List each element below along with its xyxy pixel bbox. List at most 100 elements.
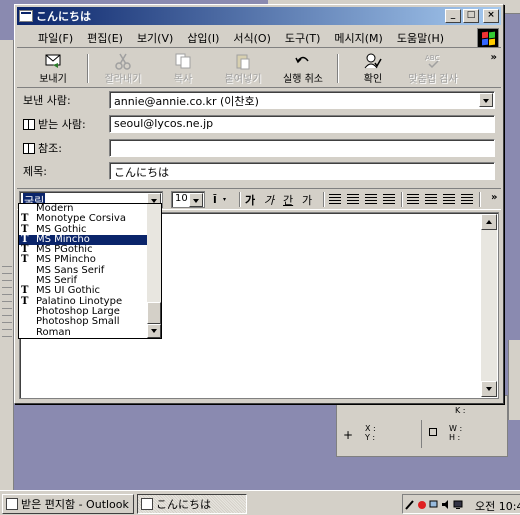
taskbar-inbox-label: 받은 편지함 - Outlook ... <box>21 498 134 511</box>
subject-field[interactable]: こんにちは <box>109 162 495 180</box>
outlook-icon <box>6 498 18 510</box>
xy-readout: X : Y : <box>365 424 376 442</box>
message-icon[interactable] <box>19 10 33 22</box>
paste-icon <box>236 54 250 70</box>
menu-file[interactable]: 파일(F) <box>31 30 80 46</box>
scroll-up-button[interactable] <box>481 214 497 230</box>
paste-button[interactable]: 붙여넣기 <box>213 50 273 87</box>
check-names-button[interactable]: 확인 <box>343 50 403 87</box>
cc-row: 참조: <box>23 139 495 157</box>
menu-tools[interactable]: 도구(T) <box>278 30 328 46</box>
format-separator <box>479 192 481 207</box>
from-field[interactable]: annie@annie.co.kr (이찬호) <box>109 91 495 109</box>
font-size-combo[interactable]: 10 <box>171 191 205 208</box>
pen-icon[interactable] <box>405 499 415 510</box>
address-book-icon <box>23 118 35 130</box>
menu-help[interactable]: 도움말(H) <box>390 30 451 46</box>
main-toolbar: 보내기 잘라내기 복사 붙여넣기 실행 취소 확인 ABC 맞춤법 검사 » <box>17 50 501 88</box>
maximize-button[interactable]: □ <box>463 9 479 23</box>
undo-label: 실행 취소 <box>283 74 323 85</box>
check-names-icon <box>364 53 382 69</box>
italic-button[interactable]: 가 <box>264 192 274 208</box>
w-label: W : <box>449 424 463 433</box>
to-value: seoul@lycos.ne.jp <box>114 117 214 130</box>
spelling-label: 맞춤법 검사 <box>408 74 458 85</box>
align-center-icon[interactable] <box>425 194 437 205</box>
format-separator <box>239 192 241 207</box>
clock[interactable]: 오전 10:45 <box>475 498 520 514</box>
minimize-button[interactable]: _ <box>445 9 461 23</box>
menu-bar: 파일(F) 편집(E) 보기(V) 삽입(I) 서식(O) 도구(T) 메시지(… <box>17 28 501 48</box>
font-dropdown-list[interactable]: Modern T Monotype Corsiva T MS Gothic T MS Min… <box>18 203 162 339</box>
font-list-scroll-down-button[interactable] <box>147 324 161 338</box>
scroll-down-button[interactable] <box>481 381 497 397</box>
undo-button[interactable]: 실행 취소 <box>273 50 333 87</box>
subject-label: 제목: <box>23 165 47 178</box>
truetype-icon: T <box>21 285 29 297</box>
align-left-icon[interactable] <box>407 194 419 205</box>
paragraph-style-icon[interactable]: Ī <box>213 194 229 205</box>
align-right-icon[interactable] <box>443 194 455 205</box>
body-scrollbar[interactable] <box>481 214 497 397</box>
volume-icon[interactable] <box>441 499 451 510</box>
cc-label-button[interactable]: 참조: <box>23 140 103 156</box>
taskbar-inbox-button[interactable]: 받은 편지함 - Outlook ... <box>2 494 134 514</box>
font-list-item[interactable]: Roman <box>19 327 161 338</box>
background-window-left[interactable] <box>0 40 14 500</box>
truetype-icon: T <box>21 213 29 225</box>
size-dropdown-arrow-icon[interactable] <box>189 193 203 207</box>
from-dropdown-arrow-icon[interactable] <box>479 93 493 107</box>
increase-indent-icon[interactable] <box>383 194 395 205</box>
background-window-right[interactable] <box>508 340 520 420</box>
taskbar: 받은 편지함 - Outlook ... こんにちは 오전 10:45 <box>0 490 520 515</box>
justify-icon[interactable] <box>461 194 473 205</box>
menu-format[interactable]: 서식(O) <box>226 30 277 46</box>
menu-edit[interactable]: 편집(E) <box>80 30 130 46</box>
title-bar[interactable]: こんにちは _ □ × <box>17 7 501 25</box>
crosshair-icon: + <box>343 428 354 442</box>
message-headers: 보낸 사람: annie@annie.co.kr (이찬호) 받는 사람: se… <box>23 91 495 186</box>
selection-icon <box>429 428 437 436</box>
cut-label: 잘라내기 <box>104 74 142 85</box>
x-label: X : <box>365 424 376 433</box>
menu-insert[interactable]: 삽입(I) <box>180 30 226 46</box>
close-button[interactable]: × <box>483 9 499 23</box>
system-tray: 오전 10:45 <box>402 494 520 514</box>
send-button[interactable]: 보내기 <box>23 50 83 87</box>
numbered-list-icon[interactable] <box>329 194 341 205</box>
to-label-button[interactable]: 받는 사람: <box>23 116 103 132</box>
font-list-scroll-thumb[interactable] <box>147 302 161 324</box>
to-row: 받는 사람: seoul@lycos.ne.jp <box>23 115 495 133</box>
menu-message[interactable]: 메시지(M) <box>327 30 389 46</box>
spelling-button[interactable]: ABC 맞춤법 검사 <box>403 50 463 87</box>
cc-field[interactable] <box>109 139 495 157</box>
format-more-icon[interactable]: » <box>491 192 497 203</box>
subject-value: こんにちは <box>114 166 169 179</box>
toolbar-separator <box>87 54 89 83</box>
toolbar-separator <box>337 54 339 83</box>
svg-text:Ī: Ī <box>213 194 217 205</box>
bold-button[interactable]: 가 <box>245 192 255 208</box>
bulleted-list-icon[interactable] <box>347 194 359 205</box>
menu-view[interactable]: 보기(V) <box>130 30 180 46</box>
network-icon[interactable] <box>429 499 439 510</box>
font-color-button[interactable]: 가 <box>302 192 312 208</box>
font-list-scrollbar[interactable] <box>147 204 161 338</box>
taskbar-compose-label: こんにちは <box>156 498 211 511</box>
monitor-icon[interactable] <box>453 499 463 510</box>
taskbar-compose-button[interactable]: こんにちは <box>137 494 247 514</box>
cut-button[interactable]: 잘라내기 <box>93 50 153 87</box>
copy-button[interactable]: 복사 <box>153 50 213 87</box>
background-ruler <box>2 260 12 340</box>
format-separator <box>401 192 403 207</box>
font-size-value: 10 <box>175 193 188 204</box>
from-label: 보낸 사람: <box>23 94 71 107</box>
paste-label: 붙여넣기 <box>224 74 262 85</box>
to-field[interactable]: seoul@lycos.ne.jp <box>109 115 495 133</box>
decrease-indent-icon[interactable] <box>365 194 377 205</box>
record-icon[interactable] <box>417 499 427 510</box>
check-label: 확인 <box>363 74 383 85</box>
toolbar-more-icon[interactable]: » <box>491 52 497 63</box>
underline-button[interactable]: 간 <box>283 192 293 208</box>
from-value: annie@annie.co.kr (이찬호) <box>114 95 259 108</box>
